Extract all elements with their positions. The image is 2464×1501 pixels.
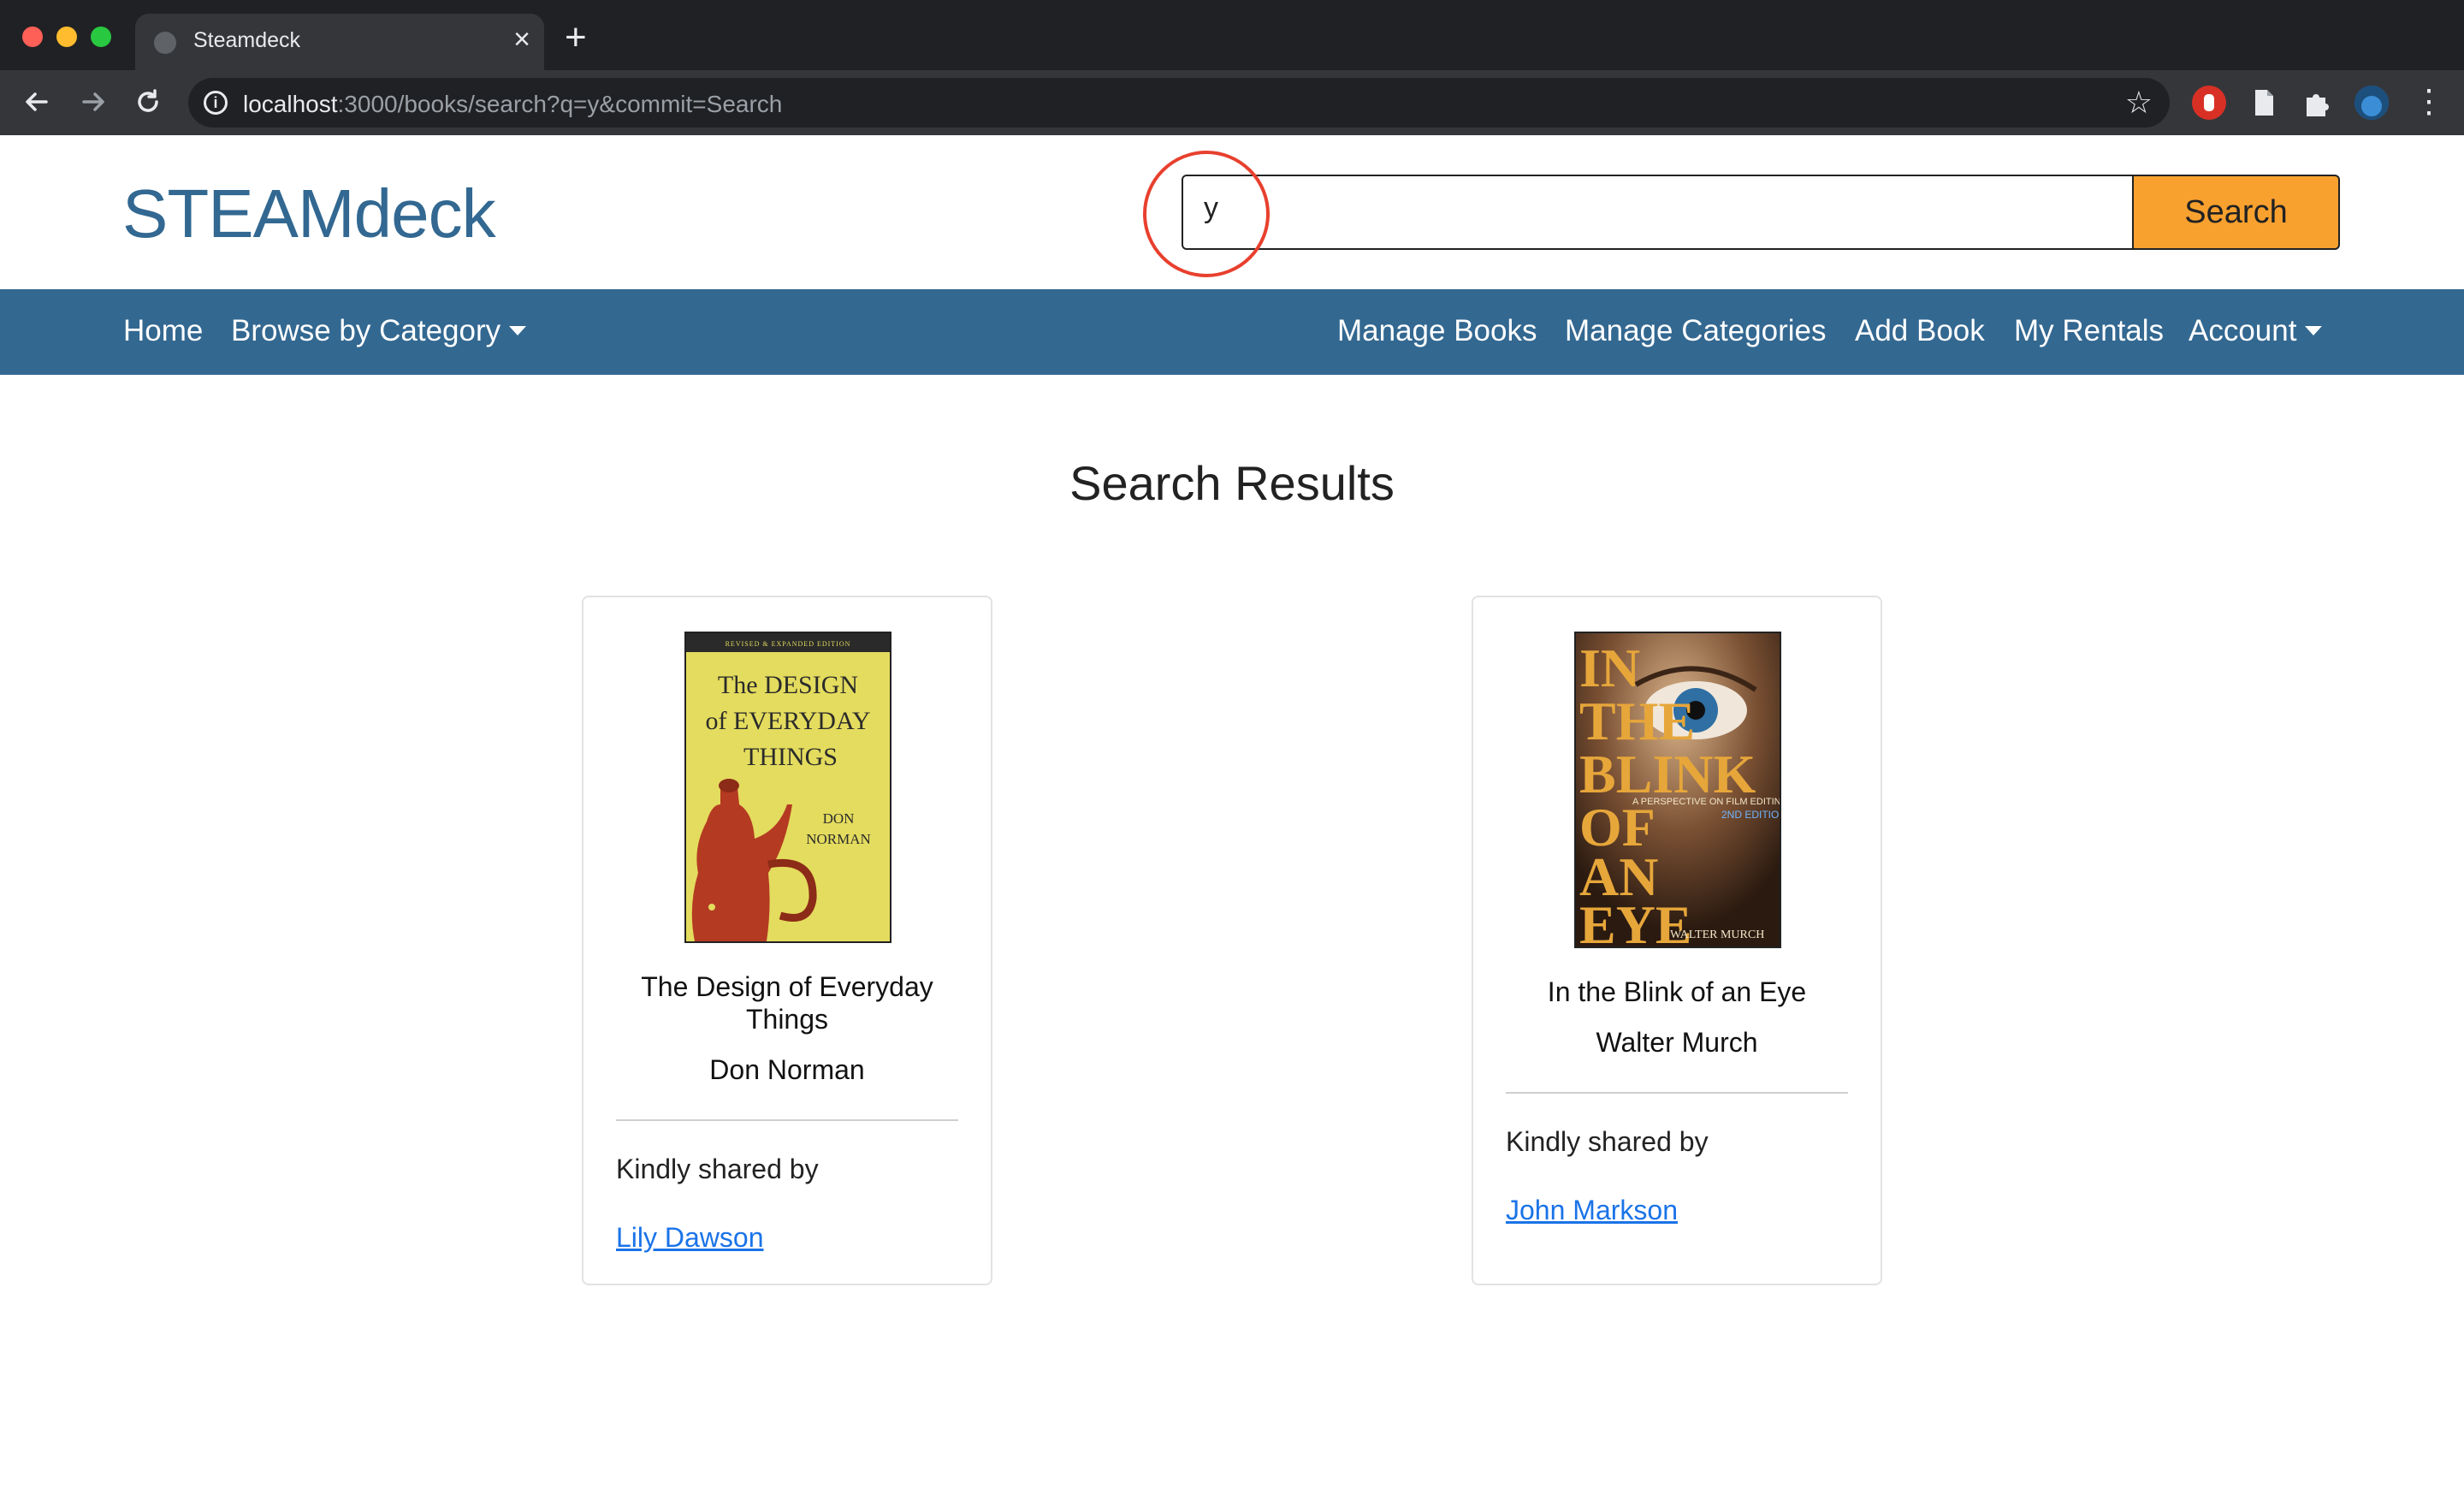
cover-edition-text: REVISED & EXPANDED EDITION [726, 640, 851, 648]
close-tab-icon[interactable]: × [513, 24, 530, 55]
card-divider [1506, 1092, 1848, 1094]
nav-manage-books[interactable]: Manage Books [1337, 314, 1537, 348]
nav-account-label: Account [2189, 314, 2297, 347]
card-divider [616, 1119, 958, 1121]
bookmark-star-icon[interactable]: ☆ [2125, 85, 2153, 121]
cover-title-in: IN [1579, 638, 1640, 698]
cover-title-line3: THINGS [743, 743, 838, 771]
shared-by-label: Kindly shared by [1506, 1126, 1709, 1157]
browser-tab[interactable]: Steamdeck × [135, 14, 544, 70]
nav-my-rentals[interactable]: My Rentals [2014, 314, 2164, 348]
globe-icon [154, 32, 176, 54]
url-host: localhost [243, 91, 338, 117]
address-bar[interactable]: i localhost:3000/books/search?q=y&commit… [188, 78, 2170, 128]
site-header: STEAMdeck Search [0, 135, 2464, 289]
document-extension-icon[interactable] [2247, 86, 2281, 120]
main-navbar: Home Browse by Category Manage Books Man… [0, 289, 2464, 375]
chevron-down-icon [509, 326, 527, 336]
shared-by-label: Kindly shared by [616, 1154, 819, 1184]
cover-title-the: THE [1579, 691, 1695, 751]
back-arrow-icon[interactable] [17, 82, 56, 122]
book-card[interactable]: IN THE BLINK OF AN EYE A PERSPECTIVE ON … [1472, 596, 1882, 1285]
book-title: The Design of Everyday Things [641, 971, 933, 1035]
cover-title-line1: The DESIGN [718, 671, 858, 699]
reload-icon[interactable] [128, 82, 168, 122]
nav-account[interactable]: Account [2189, 314, 2323, 348]
cover-author-line1: DON [823, 810, 855, 827]
stop-extension-icon[interactable] [2192, 86, 2226, 120]
site-logo[interactable]: STEAMdeck [122, 175, 496, 253]
close-window-button[interactable] [22, 27, 43, 47]
nav-browse-by-category[interactable]: Browse by Category [231, 314, 527, 348]
extensions-puzzle-icon[interactable] [2300, 86, 2334, 120]
book-cover-image[interactable]: REVISED & EXPANDED EDITION The DESIGN of… [684, 632, 891, 943]
book-author: Walter Murch [1596, 1027, 1758, 1058]
nav-browse-label: Browse by Category [231, 314, 501, 347]
info-icon[interactable]: i [204, 91, 228, 115]
search-input[interactable] [1204, 192, 2111, 225]
browser-toolbar: i localhost:3000/books/search?q=y&commit… [0, 70, 2464, 135]
book-cover-image[interactable]: IN THE BLINK OF AN EYE A PERSPECTIVE ON … [1574, 632, 1788, 955]
search-field[interactable] [1182, 175, 2134, 250]
cover-title-line2: of EVERYDAY [705, 707, 870, 735]
cover-title-blink: BLINK [1579, 744, 1756, 804]
chevron-down-icon [2305, 326, 2323, 336]
url-path: :3000/books/search?q=y&commit=Search [337, 91, 783, 117]
kebab-menu-icon[interactable]: ⋮ [2413, 82, 2445, 122]
highlight-circle [1143, 151, 1270, 277]
nav-home[interactable]: Home [123, 314, 203, 348]
nav-add-book[interactable]: Add Book [1855, 314, 1985, 348]
minimize-window-button[interactable] [56, 27, 77, 47]
search-button[interactable]: Search [2134, 175, 2340, 250]
book-author: Don Norman [709, 1054, 865, 1085]
url-text[interactable]: localhost:3000/books/search?q=y&commit=S… [243, 91, 782, 118]
tab-title: Steamdeck [193, 28, 301, 52]
nav-manage-categories[interactable]: Manage Categories [1565, 314, 1826, 348]
book-title: In the Blink of an Eye [1547, 976, 1807, 1007]
cover-subtitle: A PERSPECTIVE ON FILM EDITING [1632, 797, 1780, 807]
cover-author-line2: NORMAN [806, 831, 871, 847]
profile-avatar[interactable] [2354, 86, 2389, 120]
maximize-window-button[interactable] [91, 27, 111, 47]
browser-tab-bar: Steamdeck × + [0, 0, 2464, 70]
cover-edition: 2ND EDITION [1721, 809, 1780, 821]
forward-arrow-icon[interactable] [74, 82, 113, 122]
book-card[interactable]: REVISED & EXPANDED EDITION The DESIGN of… [582, 596, 992, 1285]
owner-link[interactable]: John Markson [1506, 1195, 1678, 1226]
page-title: Search Results [1069, 456, 1395, 510]
cover-author: WALTER MURCH [1670, 928, 1764, 941]
new-tab-icon[interactable]: + [565, 19, 587, 56]
owner-link[interactable]: Lily Dawson [616, 1222, 764, 1254]
